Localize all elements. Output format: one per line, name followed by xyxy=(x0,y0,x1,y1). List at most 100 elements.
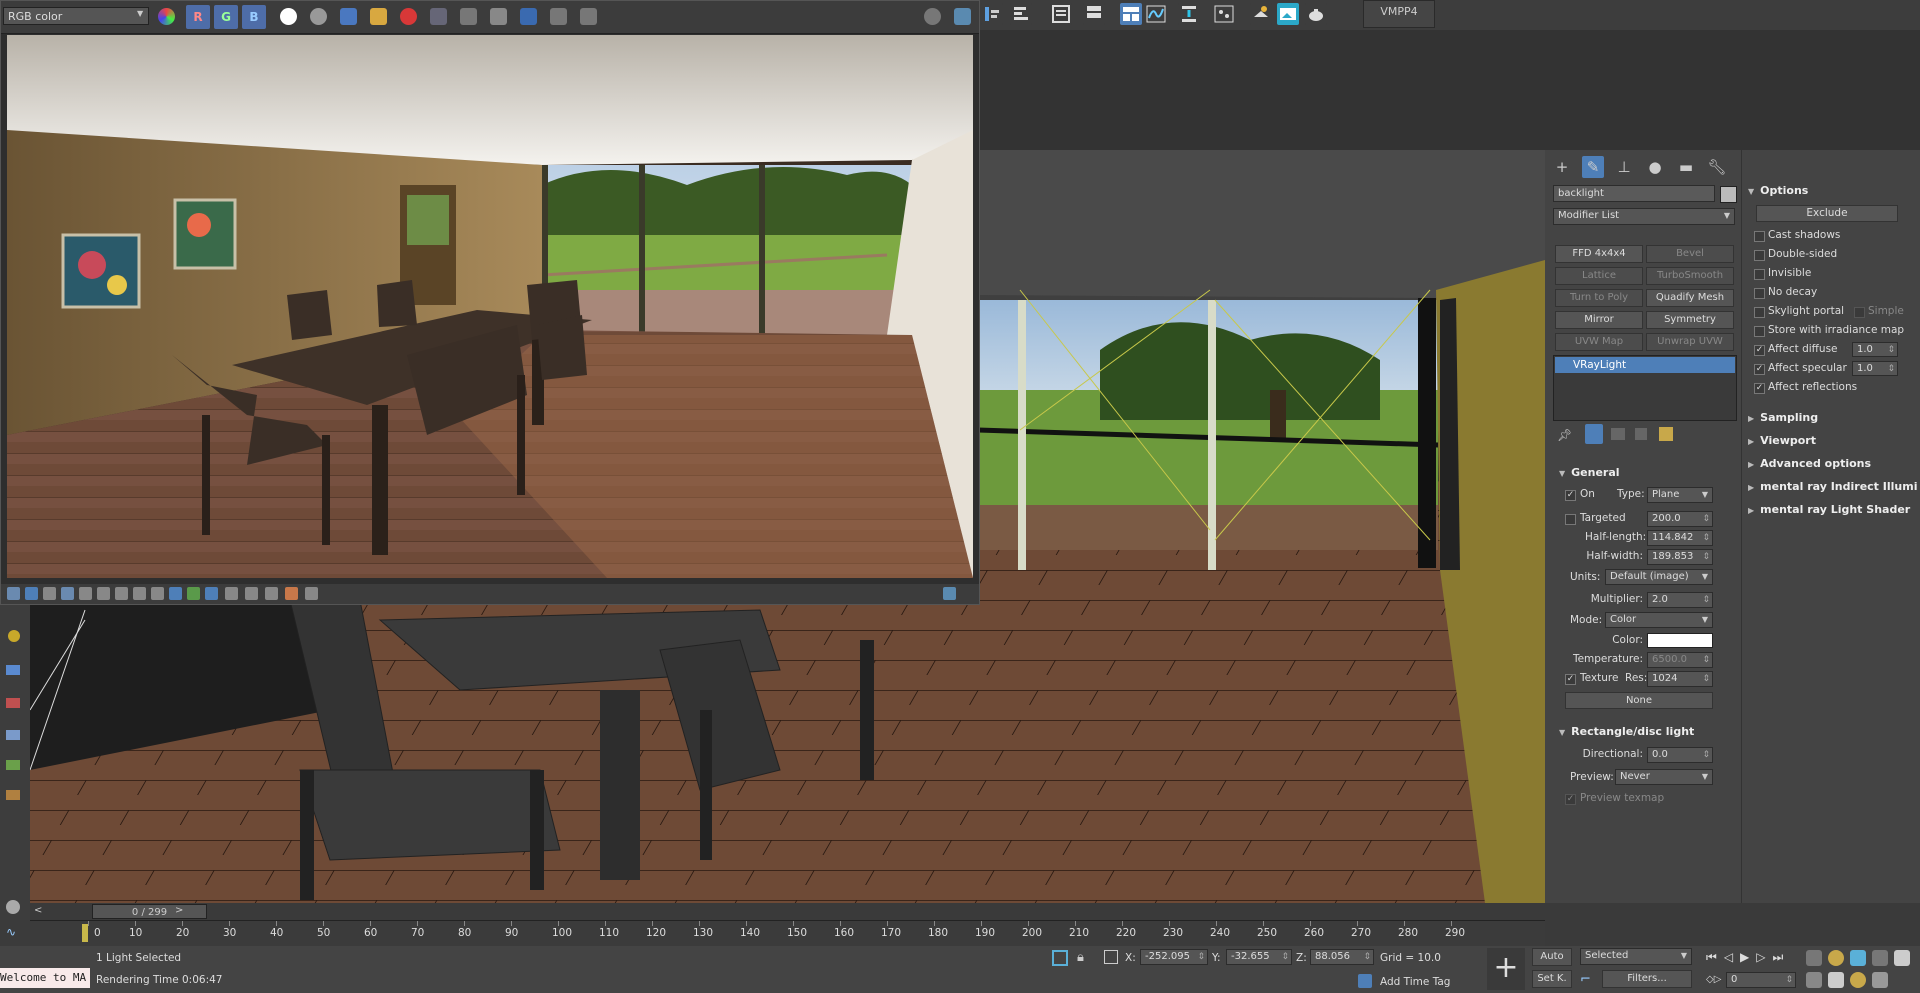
open-icon[interactable] xyxy=(370,8,387,25)
ab-compare-icon[interactable] xyxy=(285,587,298,600)
orbit-icon[interactable] xyxy=(1850,972,1866,988)
viewport-rollout-header[interactable]: ▶ Viewport xyxy=(1748,434,1816,447)
pixel-aspect-icon[interactable] xyxy=(225,587,238,600)
pin-stack-icon[interactable]: 📌︎ xyxy=(1557,428,1572,442)
modifier-button[interactable]: Unwrap UVW xyxy=(1646,333,1734,351)
key-tangent-icon[interactable]: ⌐ xyxy=(1580,972,1591,987)
blue-channel-button[interactable]: B xyxy=(242,5,266,29)
layers-toggle-icon[interactable] xyxy=(25,587,38,600)
green-channel-button[interactable]: G xyxy=(214,5,238,29)
units-dropdown[interactable]: Default (image) xyxy=(1605,569,1713,585)
res-spinner[interactable]: 1024 xyxy=(1647,671,1713,687)
systems-icon[interactable] xyxy=(6,790,20,800)
affect-diffuse-checkbox[interactable]: ✓ xyxy=(1754,345,1765,356)
material-editor-icon[interactable] xyxy=(1213,3,1235,25)
y-coordinate-field[interactable]: -32.655 xyxy=(1226,949,1292,965)
affect-specular-checkbox[interactable]: ✓ xyxy=(1754,364,1765,375)
modifier-button[interactable]: Symmetry xyxy=(1646,311,1734,329)
go-to-start-icon[interactable]: ⏮ xyxy=(1706,950,1724,964)
pan-icon[interactable] xyxy=(1806,972,1822,988)
modifier-button[interactable]: UVW Map xyxy=(1555,333,1643,351)
zoom-all-icon[interactable] xyxy=(1828,950,1844,966)
geometry-icon[interactable] xyxy=(6,730,20,740)
maximize-viewport-icon[interactable] xyxy=(1872,972,1888,988)
srgb-icon[interactable] xyxy=(169,587,182,600)
directional-spinner[interactable]: 0.0 xyxy=(1647,747,1713,763)
targeted-checkbox[interactable] xyxy=(1565,514,1576,525)
hierarchy-tab[interactable]: ⊥ xyxy=(1613,156,1635,178)
curves-icon[interactable] xyxy=(133,587,146,600)
clear-icon[interactable] xyxy=(400,8,417,25)
shapes-icon[interactable] xyxy=(6,760,20,770)
add-time-tag[interactable]: Add Time Tag xyxy=(1380,976,1450,988)
lens-effects-icon[interactable] xyxy=(61,587,74,600)
prev-frame-icon[interactable]: < xyxy=(34,905,42,916)
utilities-tab[interactable]: 🔧︎ xyxy=(1706,156,1728,178)
time-slider-thumb[interactable]: 0 / 299 xyxy=(92,904,207,919)
levels-icon[interactable] xyxy=(115,587,128,600)
remove-modifier-icon[interactable] xyxy=(1635,428,1647,440)
half-width-spinner[interactable]: 189.853 xyxy=(1647,549,1713,565)
preview-texmap-checkbox[interactable]: ✓ xyxy=(1565,794,1576,805)
texture-map-button[interactable]: None xyxy=(1565,692,1713,709)
modifier-button[interactable]: Quadify Mesh xyxy=(1646,289,1734,307)
channel-dropdown[interactable]: RGB color xyxy=(3,7,149,25)
double-sided-checkbox[interactable] xyxy=(1754,250,1765,261)
save-icon[interactable] xyxy=(340,8,357,25)
white-circle-icon[interactable] xyxy=(280,8,297,25)
mental-ray-shader-rollout-header[interactable]: ▶ mental ray Light Shader xyxy=(1748,503,1910,516)
histogram-icon[interactable] xyxy=(580,8,597,25)
no-decay-checkbox[interactable] xyxy=(1754,288,1765,299)
auto-key-button[interactable]: Auto xyxy=(1532,948,1572,966)
ocio-icon[interactable] xyxy=(205,587,218,600)
multiplier-spinner[interactable]: 2.0 xyxy=(1647,592,1713,608)
color-sphere-icon[interactable] xyxy=(158,8,175,25)
mental-ray-indirect-rollout-header[interactable]: ▶ mental ray Indirect Illumi xyxy=(1748,480,1918,493)
field-of-view-icon[interactable] xyxy=(1894,950,1910,966)
teapot-icon[interactable] xyxy=(490,8,507,25)
configure-modifier-icon[interactable] xyxy=(1659,427,1673,441)
stack-item-vraylight[interactable]: VRayLight xyxy=(1555,357,1735,373)
stats-icon[interactable] xyxy=(43,587,56,600)
h-flip-icon[interactable] xyxy=(245,587,258,600)
exclude-button[interactable]: Exclude xyxy=(1756,205,1898,222)
pin-icon[interactable] xyxy=(954,8,971,25)
record-macro-icon[interactable] xyxy=(6,900,20,914)
history-icon[interactable] xyxy=(7,587,20,600)
modifier-button[interactable]: Bevel xyxy=(1646,245,1734,263)
sampling-rollout-header[interactable]: ▶ Sampling xyxy=(1748,411,1818,424)
frame-icon[interactable] xyxy=(305,587,318,600)
cast-shadows-checkbox[interactable] xyxy=(1754,231,1765,242)
zoom-extents-all-icon[interactable] xyxy=(1872,950,1888,966)
make-unique-icon[interactable] xyxy=(1611,428,1625,440)
affect-reflections-checkbox[interactable]: ✓ xyxy=(1754,383,1765,394)
key-mode-icon[interactable]: ◇▷ xyxy=(1706,974,1721,985)
options-rollout-header[interactable]: ▼ Options xyxy=(1748,184,1808,197)
general-rollout-header[interactable]: ▼ General xyxy=(1559,466,1620,479)
region-icon[interactable] xyxy=(430,8,447,25)
camera-icon[interactable] xyxy=(6,665,20,675)
maximize-icon[interactable] xyxy=(943,587,956,600)
key-filters-button[interactable]: Filters... xyxy=(1602,970,1692,988)
modifier-stack[interactable]: VRayLight xyxy=(1553,355,1737,421)
track-bar[interactable]: 0 10 20 30 40 50 60 70 80 90 100 110 120 130 140 150 160… xyxy=(30,920,1545,946)
exposure-icon[interactable] xyxy=(151,587,164,600)
lut-toggle-icon[interactable] xyxy=(187,587,200,600)
rect-disc-rollout-header[interactable]: ▼ Rectangle/disc light xyxy=(1559,725,1694,738)
texture-checkbox[interactable]: ✓ xyxy=(1565,674,1576,685)
curve-editor-icon[interactable] xyxy=(1145,3,1167,25)
time-tag-icon[interactable] xyxy=(1358,974,1372,988)
v-flip-icon[interactable] xyxy=(265,587,278,600)
modify-tab[interactable]: ✎ xyxy=(1582,156,1604,178)
settings-icon[interactable] xyxy=(924,8,941,25)
go-to-end-icon[interactable]: ⏭ xyxy=(1773,950,1791,964)
x-coordinate-field[interactable]: -252.095 xyxy=(1140,949,1208,965)
prev-key-icon[interactable]: ◁ xyxy=(1724,950,1740,964)
key-selection-dropdown[interactable]: Selected xyxy=(1580,948,1692,965)
track-mouse-icon[interactable] xyxy=(460,8,477,25)
layer-manager-icon[interactable] xyxy=(1083,3,1105,25)
advanced-options-rollout-header[interactable]: ▶ Advanced options xyxy=(1748,457,1871,470)
affect-specular-spinner[interactable]: 1.0 xyxy=(1852,361,1898,376)
object-color-swatch[interactable] xyxy=(1720,186,1737,203)
lock-icon[interactable]: 🔒︎ xyxy=(1077,950,1084,965)
